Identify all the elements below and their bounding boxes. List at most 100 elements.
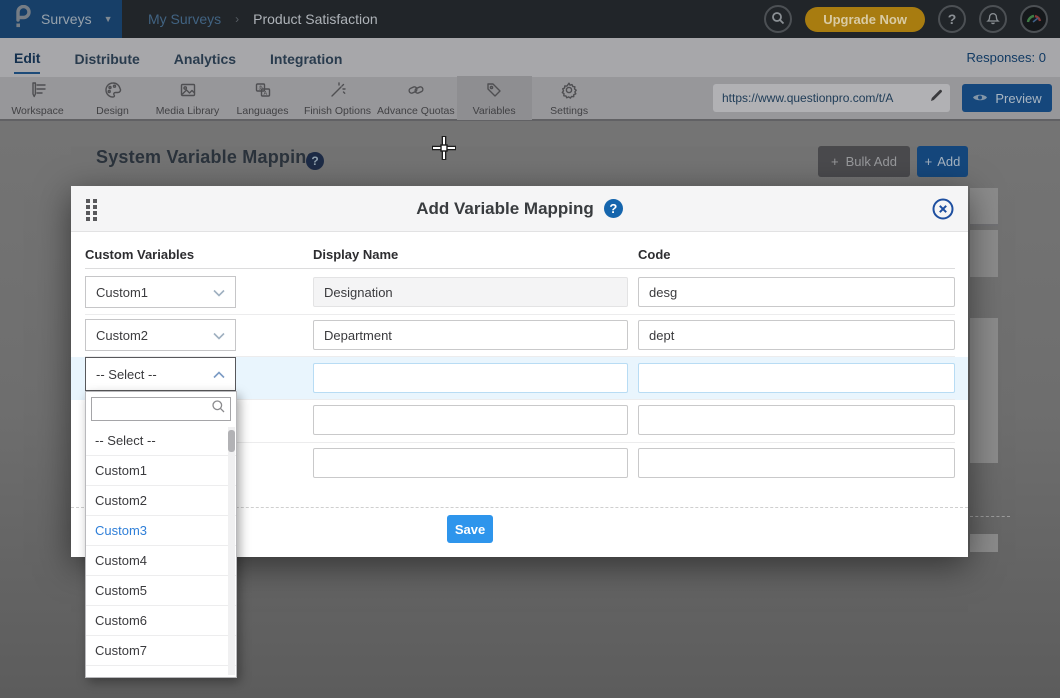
toolbar-item-languages[interactable]: Aあ Languages <box>225 76 300 120</box>
gear-icon <box>559 80 579 103</box>
eye-icon <box>972 91 988 106</box>
preview-button[interactable]: Preview <box>962 84 1052 112</box>
product-switcher[interactable]: Surveys ▼ <box>0 0 122 38</box>
dropdown-search-input[interactable] <box>98 402 211 416</box>
top-bar: Surveys ▼ My Surveys › Product Satisfact… <box>0 0 1060 38</box>
breadcrumb-survey-name: Product Satisfaction <box>253 11 378 27</box>
edit-url-pencil-icon[interactable] <box>929 88 944 108</box>
row-separator <box>85 314 955 315</box>
svg-text:あ: あ <box>258 85 263 91</box>
variable-select-row1[interactable]: Custom1 <box>85 276 236 308</box>
survey-nav-tabs: Edit Distribute Analytics Integration Re… <box>0 38 1060 77</box>
responses-count: Responses: 0 <box>967 50 1060 65</box>
breadcrumb-separator-icon: › <box>235 12 239 26</box>
survey-url-box: https://www.questionpro.com/t/A <box>713 84 950 112</box>
dropdown-option-custom3-highlighted[interactable]: Custom3 <box>86 516 236 546</box>
toolbar-item-settings[interactable]: Settings <box>532 76 607 120</box>
breadcrumb-my-surveys[interactable]: My Surveys <box>148 11 221 27</box>
code-input-row3[interactable] <box>638 363 955 393</box>
column-header-code: Code <box>638 247 671 262</box>
dropdown-option-custom7[interactable]: Custom7 <box>86 636 236 666</box>
image-icon <box>178 80 198 103</box>
toolbar-item-variables[interactable]: Variables <box>457 76 532 120</box>
tab-analytics[interactable]: Analytics <box>174 43 236 73</box>
toolbar-item-workspace[interactable]: Workspace <box>0 76 75 120</box>
plus-icon: + <box>831 154 839 169</box>
background-dashed-line <box>970 516 1010 517</box>
close-icon[interactable] <box>932 198 954 220</box>
drag-handle-icon[interactable] <box>85 198 99 226</box>
variable-select-row2[interactable]: Custom2 <box>85 319 236 351</box>
breadcrumb: My Surveys › Product Satisfaction <box>148 11 378 27</box>
help-button[interactable]: ? <box>938 5 966 33</box>
code-input-row1[interactable] <box>638 277 955 307</box>
dropdown-option-custom5[interactable]: Custom5 <box>86 576 236 606</box>
dropdown-option-list: -- Select -- Custom1 Custom2 Custom3 Cus… <box>86 426 236 666</box>
tab-edit[interactable]: Edit <box>14 42 40 74</box>
dropdown-option-custom2[interactable]: Custom2 <box>86 486 236 516</box>
add-button[interactable]: + Add <box>917 146 968 177</box>
display-name-input-row3[interactable] <box>313 363 628 393</box>
chevron-down-icon <box>213 328 225 343</box>
magic-wand-icon <box>328 80 348 103</box>
display-name-input-row5[interactable] <box>313 448 628 478</box>
modal-help-icon[interactable]: ? <box>604 199 623 218</box>
search-icon <box>771 11 785 28</box>
modal-header: Add Variable Mapping ? <box>71 186 968 232</box>
workspace-icon <box>28 80 48 103</box>
column-header-display-name: Display Name <box>313 247 398 262</box>
chevron-up-icon <box>213 367 225 382</box>
variable-select-row3-open[interactable]: -- Select -- <box>85 357 236 391</box>
background-remnant <box>970 188 998 226</box>
display-name-input-row1[interactable] <box>313 277 628 307</box>
dropdown-scrollbar[interactable] <box>228 427 235 675</box>
dropdown-search-box <box>91 397 231 421</box>
code-input-row4[interactable] <box>638 405 955 435</box>
toolbar-item-advance-quotas[interactable]: Advance Quotas <box>375 76 457 120</box>
translate-icon: Aあ <box>253 80 273 103</box>
search-button[interactable] <box>764 5 792 33</box>
account-menu-button[interactable] <box>1020 5 1048 33</box>
bell-icon <box>986 10 1000 28</box>
background-remnant <box>970 534 998 552</box>
display-name-input-row4[interactable] <box>313 405 628 435</box>
toolbar-item-design[interactable]: Design <box>75 76 150 120</box>
save-button[interactable]: Save <box>447 515 493 543</box>
product-label: Surveys <box>41 11 92 27</box>
edit-toolbar: Workspace Design Media Library Aあ Langua… <box>0 77 1060 121</box>
app-screen: Surveys ▼ My Surveys › Product Satisfact… <box>0 0 1060 698</box>
dropdown-option-custom6[interactable]: Custom6 <box>86 606 236 636</box>
tab-integration[interactable]: Integration <box>270 43 342 73</box>
palette-icon <box>103 80 123 103</box>
svg-text:A: A <box>263 91 267 97</box>
display-name-input-row2[interactable] <box>313 320 628 350</box>
code-input-row5[interactable] <box>638 448 955 478</box>
modal-title: Add Variable Mapping <box>416 199 594 219</box>
toolbar-item-media-library[interactable]: Media Library <box>150 76 225 120</box>
dropdown-scrollbar-thumb[interactable] <box>228 430 235 452</box>
questionpro-logo-icon <box>13 5 31 34</box>
magnifier-icon <box>211 399 226 419</box>
dropdown-option-select[interactable]: -- Select -- <box>86 426 236 456</box>
upgrade-now-button[interactable]: Upgrade Now <box>805 7 925 32</box>
page-help-icon[interactable]: ? <box>306 152 324 170</box>
code-input-row2[interactable] <box>638 320 955 350</box>
notifications-button[interactable] <box>979 5 1007 33</box>
bulk-add-button[interactable]: + Bulk Add <box>818 146 910 177</box>
topbar-actions: Upgrade Now ? <box>764 5 1060 33</box>
gauge-avatar-icon <box>1024 8 1044 31</box>
background-remnant <box>970 318 998 463</box>
variable-dropdown-panel: -- Select -- Custom1 Custom2 Custom3 Cus… <box>85 391 237 678</box>
column-header-custom-variables: Custom Variables <box>85 247 194 262</box>
chain-links-icon <box>406 80 426 103</box>
tag-icon <box>484 80 504 103</box>
toolbar-item-finish-options[interactable]: Finish Options <box>300 76 375 120</box>
header-rule <box>85 268 955 269</box>
chevron-down-icon: ▼ <box>104 14 113 24</box>
dropdown-option-custom4[interactable]: Custom4 <box>86 546 236 576</box>
dropdown-option-custom1[interactable]: Custom1 <box>86 456 236 486</box>
plus-icon: + <box>925 154 933 169</box>
tab-distribute[interactable]: Distribute <box>74 43 139 73</box>
survey-url: https://www.questionpro.com/t/A <box>722 91 925 105</box>
background-remnant <box>970 230 998 277</box>
